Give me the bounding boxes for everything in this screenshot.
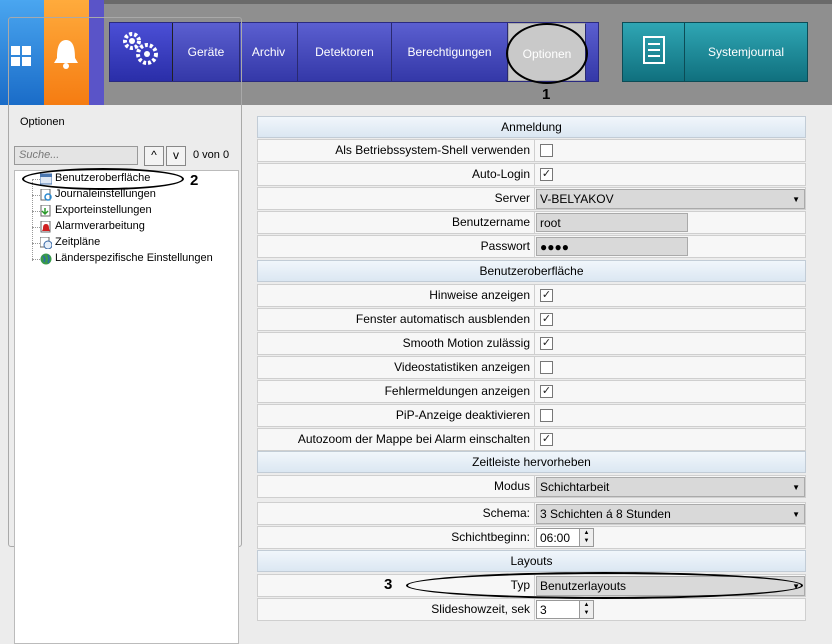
row-autologin: Auto-Login ✓ [257, 163, 806, 186]
schema-value: 3 Schichten á 8 Stunden [540, 507, 671, 521]
row-ui-6: Autozoom der Mappe bei Alarm einschalten… [257, 428, 806, 451]
row-schema: Schema: 3 Schichten á 8 Stunden ▼ [257, 502, 806, 525]
section-header-timeline: Zeitleiste hervorheben [257, 451, 806, 473]
globe-icon [40, 253, 52, 265]
annotation-3: 3 [384, 576, 393, 593]
section-header-ui: Benutzeroberfläche [257, 260, 806, 282]
chevron-up-icon: ^ [151, 148, 157, 162]
chevron-down-icon: v [173, 148, 179, 162]
label-smooth-motion: Smooth Motion zulässig [258, 333, 535, 354]
checkbox-fenster[interactable]: ✓ [540, 313, 553, 326]
tab-archiv[interactable]: Archiv [240, 23, 298, 81]
row-ui-3: Videostatistiken anzeigen [257, 356, 806, 379]
row-slideshow: Slideshowzeit, sek 3 ▲ ▼ [257, 598, 806, 621]
spinner-arrows-icon[interactable]: ▲ ▼ [579, 529, 593, 546]
checkbox-autozoom[interactable]: ✓ [540, 433, 553, 446]
search-count: 0 von 0 [193, 149, 230, 161]
options-title: Optionen [16, 116, 69, 128]
slideshow-value: 3 [540, 603, 547, 617]
tree-item-alarmverarbeitung[interactable]: Alarmverarbeitung [55, 220, 145, 232]
systemjournal-label: Systemjournal [707, 45, 785, 59]
label-fehlermeldungen: Fehlermeldungen anzeigen [258, 381, 535, 402]
label-videostatistiken: Videostatistiken anzeigen [258, 357, 535, 378]
section-header-layouts: Layouts [257, 550, 806, 572]
checkbox-videostatistiken[interactable] [540, 361, 553, 374]
checkbox-shell[interactable] [540, 144, 553, 157]
tree-item-exporteinstellungen[interactable]: Exporteinstellungen [55, 204, 152, 216]
modus-select[interactable]: Schichtarbeit ▼ [536, 477, 805, 497]
row-modus: Modus Schichtarbeit ▼ [257, 475, 806, 498]
annotation-oval-2 [22, 168, 184, 190]
systemjournal-button[interactable]: Systemjournal [622, 22, 808, 82]
label-slideshow: Slideshowzeit, sek [258, 599, 535, 620]
label-schema: Schema: [258, 503, 535, 524]
annotation-1: 1 [542, 86, 551, 103]
journal-search-icon [40, 189, 52, 201]
label-password: Passwort [258, 236, 535, 257]
spinner-arrows-icon[interactable]: ▲ ▼ [579, 601, 593, 618]
label-autologin: Auto-Login [258, 164, 535, 185]
journal-tile [623, 23, 685, 81]
row-ui-2: Smooth Motion zulässig ✓ [257, 332, 806, 355]
options-tree: Benutzeroberfläche Journaleinstellungen … [14, 170, 239, 644]
row-ui-5: PiP-Anzeige deaktivieren [257, 404, 806, 427]
checkbox-smooth-motion[interactable]: ✓ [540, 337, 553, 350]
label-pip: PiP-Anzeige deaktivieren [258, 405, 535, 426]
label-schichtbeginn: Schichtbeginn: [258, 527, 535, 548]
export-icon [40, 205, 51, 217]
checkbox-autologin[interactable]: ✓ [540, 168, 553, 181]
checkbox-fehlermeldungen[interactable]: ✓ [540, 385, 553, 398]
section-header-anmeldung: Anmeldung [257, 116, 806, 138]
clipboard-icon [643, 36, 665, 64]
checkbox-hinweise[interactable]: ✓ [540, 289, 553, 302]
tree-item-laenderspezifische-einstellungen[interactable]: Länderspezifische Einstellungen [55, 252, 213, 264]
slideshow-spinner[interactable]: 3 ▲ ▼ [536, 600, 594, 619]
tree-item-zeitplaene[interactable]: Zeitpläne [55, 236, 100, 248]
label-fenster: Fenster automatisch ausblenden [258, 309, 535, 330]
schichtbeginn-value: 06:00 [540, 531, 571, 545]
row-ui-4: Fehlermeldungen anzeigen ✓ [257, 380, 806, 403]
annotation-oval-1 [506, 23, 588, 84]
alarm-icon [40, 221, 51, 233]
label-username: Benutzername [258, 212, 535, 233]
tab-berechtigungen[interactable]: Berechtigungen [392, 23, 508, 81]
username-input[interactable]: root [536, 213, 688, 232]
label-shell: Als Betriebssystem-Shell verwenden [258, 140, 535, 161]
tab-detektoren[interactable]: Detektoren [298, 23, 392, 81]
row-ui-0: Hinweise anzeigen ✓ [257, 284, 806, 307]
label-autozoom: Autozoom der Mappe bei Alarm einschalten [258, 429, 535, 450]
dropdown-arrow-icon: ▼ [792, 195, 800, 204]
search-input[interactable]: Suche... [14, 146, 138, 165]
password-input[interactable]: ●●●● [536, 237, 688, 256]
annotation-2: 2 [190, 172, 199, 189]
annotation-oval-3 [406, 572, 803, 599]
row-schichtbeginn: Schichtbeginn: 06:00 ▲ ▼ [257, 526, 806, 549]
dropdown-arrow-icon: ▼ [792, 510, 800, 519]
label-server: Server [258, 188, 535, 209]
checkbox-pip[interactable] [540, 409, 553, 422]
label-hinweise: Hinweise anzeigen [258, 285, 535, 306]
server-value: V-BELYAKOV [540, 192, 614, 206]
schichtbeginn-spinner[interactable]: 06:00 ▲ ▼ [536, 528, 594, 547]
search-down-button[interactable]: v [166, 146, 186, 166]
clock-icon [40, 237, 52, 249]
row-ui-1: Fenster automatisch ausblenden ✓ [257, 308, 806, 331]
tree-line [32, 179, 33, 261]
row-username: Benutzername root [257, 211, 806, 234]
dropdown-arrow-icon: ▼ [792, 483, 800, 492]
schema-select[interactable]: 3 Schichten á 8 Stunden ▼ [536, 504, 805, 524]
label-modus: Modus [258, 476, 535, 497]
search-up-button[interactable]: ^ [144, 146, 164, 166]
server-select[interactable]: V-BELYAKOV ▼ [536, 189, 805, 209]
row-password: Passwort ●●●● [257, 235, 806, 258]
modus-value: Schichtarbeit [540, 480, 610, 494]
row-server: Server V-BELYAKOV ▼ [257, 187, 806, 210]
row-shell: Als Betriebssystem-Shell verwenden [257, 139, 806, 162]
